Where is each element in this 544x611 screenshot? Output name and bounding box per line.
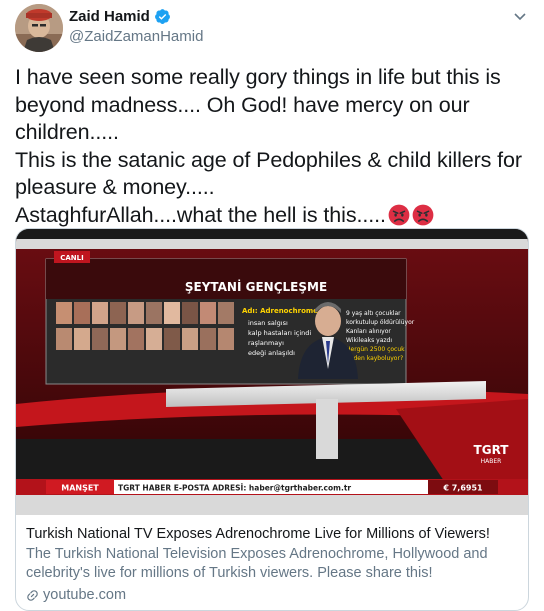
screen-line: edeği anlaşıldı bbox=[248, 349, 295, 357]
screen-line: Kanları alınıyor bbox=[346, 328, 391, 335]
angry-face-icon bbox=[388, 204, 410, 226]
news-studio-image: ŞEYTANİ GENÇLEŞME Adı: Adrenochrome insa… bbox=[16, 229, 528, 515]
ticker-value: € 7,6951 bbox=[442, 484, 483, 493]
card-title[interactable]: Turkish National TV Exposes Adrenochrome… bbox=[26, 525, 521, 544]
screen-line: Wikileaks yazdı bbox=[346, 337, 392, 344]
screen-line: kalp hastaları içindi bbox=[248, 329, 311, 337]
screen-line: raşlanmayı bbox=[248, 339, 284, 347]
screen-line: insan salgısı bbox=[248, 319, 288, 327]
card-body[interactable]: Turkish National TV Exposes Adrenochrome… bbox=[26, 525, 521, 605]
link-icon bbox=[27, 590, 38, 601]
angry-face-icon bbox=[412, 204, 434, 226]
chevron-down-icon[interactable] bbox=[512, 8, 528, 24]
ticker-text: TGRT HABER E-POSTA ADRESİ: haber@tgrthab… bbox=[118, 484, 351, 493]
card-description: The Turkish National Television Exposes … bbox=[26, 546, 488, 581]
author-block[interactable]: Zaid Hamid @ZaidZamanHamid bbox=[69, 6, 203, 46]
tweet-text: I have seen some really gory things in l… bbox=[15, 64, 530, 230]
author-handle[interactable]: @ZaidZamanHamid bbox=[69, 28, 203, 45]
screen-line: Hergün 2500 çocuk bbox=[346, 346, 405, 353]
tweet: Zaid Hamid @ZaidZamanHamid I have seen s… bbox=[0, 0, 544, 611]
live-badge: CANLI bbox=[60, 254, 83, 262]
card-domain: youtube.com bbox=[26, 586, 521, 605]
verified-badge-icon bbox=[154, 8, 170, 24]
card-video-thumbnail[interactable]: ŞEYTANİ GENÇLEŞME Adı: Adrenochrome insa… bbox=[16, 229, 528, 515]
channel-logo: TGRT bbox=[474, 443, 510, 457]
tweet-text-line: I have seen some really gory things in l… bbox=[15, 65, 501, 145]
card-domain-text: youtube.com bbox=[43, 587, 127, 603]
link-card[interactable]: ŞEYTANİ GENÇLEŞME Adı: Adrenochrome insa… bbox=[15, 228, 529, 611]
screen-line: korkutulup öldürülüyor bbox=[346, 319, 415, 326]
tweet-text-line: This is the satanic age of Pedophiles & … bbox=[15, 147, 522, 200]
screen-line: 9 yaş altı çocuklar bbox=[346, 310, 401, 317]
channel-logo-sub: HABER bbox=[481, 458, 502, 465]
author-name[interactable]: Zaid Hamid bbox=[69, 8, 150, 25]
screen-title: ŞEYTANİ GENÇLEŞME bbox=[185, 279, 327, 294]
ticker-label: MANŞET bbox=[61, 484, 99, 493]
screen-label: Adı: Adrenochrome bbox=[242, 307, 318, 315]
avatar[interactable] bbox=[15, 4, 63, 52]
tweet-text-line: AstaghfurAllah....what the hell is this.… bbox=[15, 202, 530, 230]
